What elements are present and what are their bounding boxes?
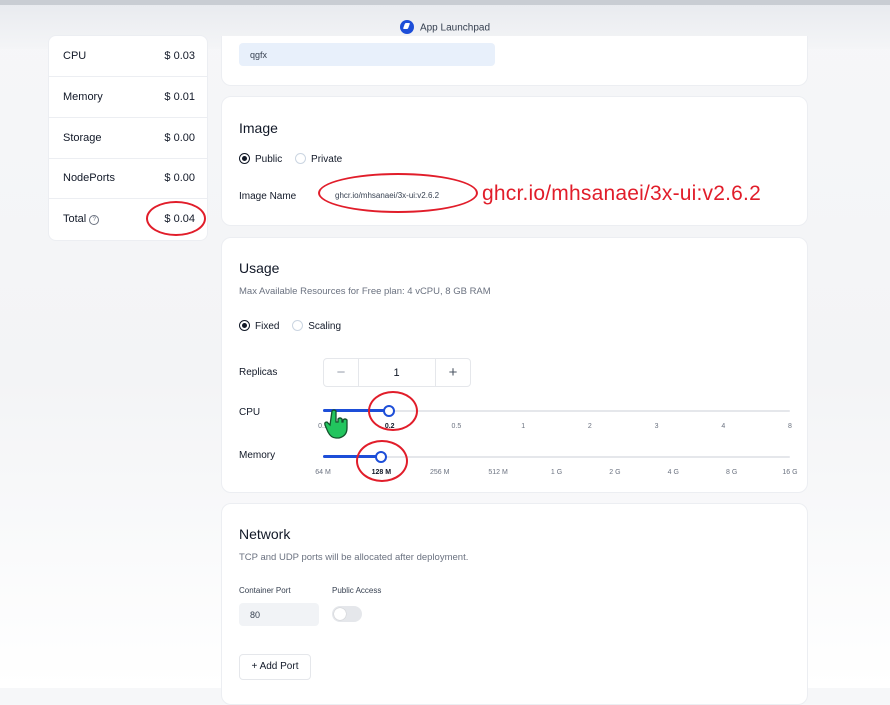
cost-label: Total — [63, 213, 87, 225]
cost-row-nodeports: NodePorts $ 0.00 — [49, 158, 207, 199]
cost-value: $ 0.00 — [164, 172, 195, 184]
memory-label: Memory — [239, 450, 276, 461]
image-card: Image Public Private Image Name ghcr.io/… — [221, 96, 808, 226]
toggle-knob — [334, 608, 346, 620]
help-icon[interactable]: ? — [89, 215, 100, 225]
app-launchpad-logo-icon — [399, 20, 414, 34]
replicas-value[interactable]: 1 — [358, 367, 435, 379]
radio-checked-icon — [239, 153, 250, 164]
cpu-tick-label[interactable]: 3 — [655, 423, 659, 430]
public-access-label: Public Access — [332, 586, 382, 595]
network-subtitle: TCP and UDP ports will be allocated afte… — [239, 552, 469, 563]
radio-public[interactable]: Public — [239, 153, 283, 166]
cpu-tick-label[interactable]: 0.5 — [452, 423, 462, 430]
app-name-value: qgfx — [250, 50, 268, 60]
memory-tick-label[interactable]: 512 M — [488, 469, 507, 476]
container-port-value: 80 — [250, 610, 261, 620]
memory-tick-label[interactable]: 4 G — [668, 469, 679, 476]
radio-private[interactable]: Private — [295, 153, 343, 166]
cpu-tick-label[interactable]: 2 — [588, 423, 592, 430]
container-port-input[interactable]: 80 — [239, 603, 319, 626]
cost-label: Memory — [63, 91, 103, 103]
public-access-toggle[interactable] — [332, 606, 362, 622]
usage-card: Usage Max Available Resources for Free p… — [221, 237, 808, 493]
app-name-card: qgfx — [221, 36, 808, 86]
window-title-text: App Launchpad — [419, 22, 491, 34]
hand-pointer-cursor-icon — [324, 409, 348, 439]
memory-tick-label[interactable]: 256 M — [430, 469, 449, 476]
cost-label: CPU — [63, 50, 87, 62]
radio-scaling[interactable]: Scaling — [292, 320, 342, 333]
memory-tick-label[interactable]: 64 M — [315, 469, 331, 476]
radio-unchecked-icon — [295, 153, 307, 164]
cost-label: NodePorts — [63, 172, 115, 184]
memory-tick-label[interactable]: 8 G — [726, 469, 737, 476]
radio-checked-icon — [239, 320, 250, 331]
cost-value: $ 0.01 — [164, 91, 195, 103]
cost-total-label: Total? — [63, 213, 100, 226]
cost-value: $ 0.00 — [164, 132, 195, 144]
cpu-tick-label[interactable]: 8 — [788, 423, 792, 430]
cpu-label: CPU — [239, 407, 261, 418]
decrement-button[interactable]: − — [324, 359, 359, 386]
container-port-label: Container Port — [239, 586, 291, 595]
usage-mode-radio-group: Fixed Scaling — [239, 320, 351, 333]
add-port-button[interactable]: + Add Port — [239, 654, 311, 680]
usage-subtitle: Max Available Resources for Free plan: 4… — [239, 286, 491, 297]
cost-row-memory: Memory $ 0.01 — [49, 77, 207, 118]
increment-button[interactable]: + — [435, 359, 470, 386]
image-visibility-radio-group: Public Private — [239, 153, 352, 166]
memory-tick-label[interactable]: 2 G — [609, 469, 620, 476]
network-card: Network TCP and UDP ports will be alloca… — [221, 503, 808, 705]
radio-scaling-label: Scaling — [308, 321, 342, 333]
replicas-label: Replicas — [239, 367, 278, 378]
cpu-tick-label[interactable]: 4 — [721, 423, 725, 430]
window-title: App Launchpad — [0, 20, 890, 35]
annotation-circle-total — [146, 201, 206, 236]
cost-row-cpu: CPU $ 0.03 — [49, 36, 207, 77]
cpu-tick-label[interactable]: 1 — [521, 423, 525, 430]
cost-row-storage: Storage $ 0.00 — [49, 118, 207, 159]
app-name-input[interactable]: qgfx — [239, 43, 495, 66]
radio-public-label: Public — [255, 154, 283, 166]
network-section-title: Network — [239, 526, 291, 542]
cost-value: $ 0.03 — [164, 50, 195, 62]
replicas-stepper: − 1 + — [323, 358, 471, 387]
radio-unchecked-icon — [292, 320, 304, 331]
annotation-circle-memory — [356, 440, 408, 482]
image-section-title: Image — [239, 120, 278, 136]
memory-tick-label[interactable]: 1 G — [551, 469, 562, 476]
radio-private-label: Private — [311, 154, 343, 166]
cost-label: Storage — [63, 132, 102, 144]
radio-fixed[interactable]: Fixed — [239, 320, 280, 333]
usage-section-title: Usage — [239, 260, 280, 276]
image-name-label: Image Name — [239, 191, 297, 202]
memory-tick-label[interactable]: 16 G — [782, 469, 797, 476]
radio-fixed-label: Fixed — [255, 321, 280, 333]
annotation-circle-image-name — [318, 173, 478, 213]
annotation-image-name-text: ghcr.io/mhsanaei/3x-ui:v2.6.2 — [482, 182, 761, 205]
annotation-circle-cpu — [368, 391, 418, 431]
